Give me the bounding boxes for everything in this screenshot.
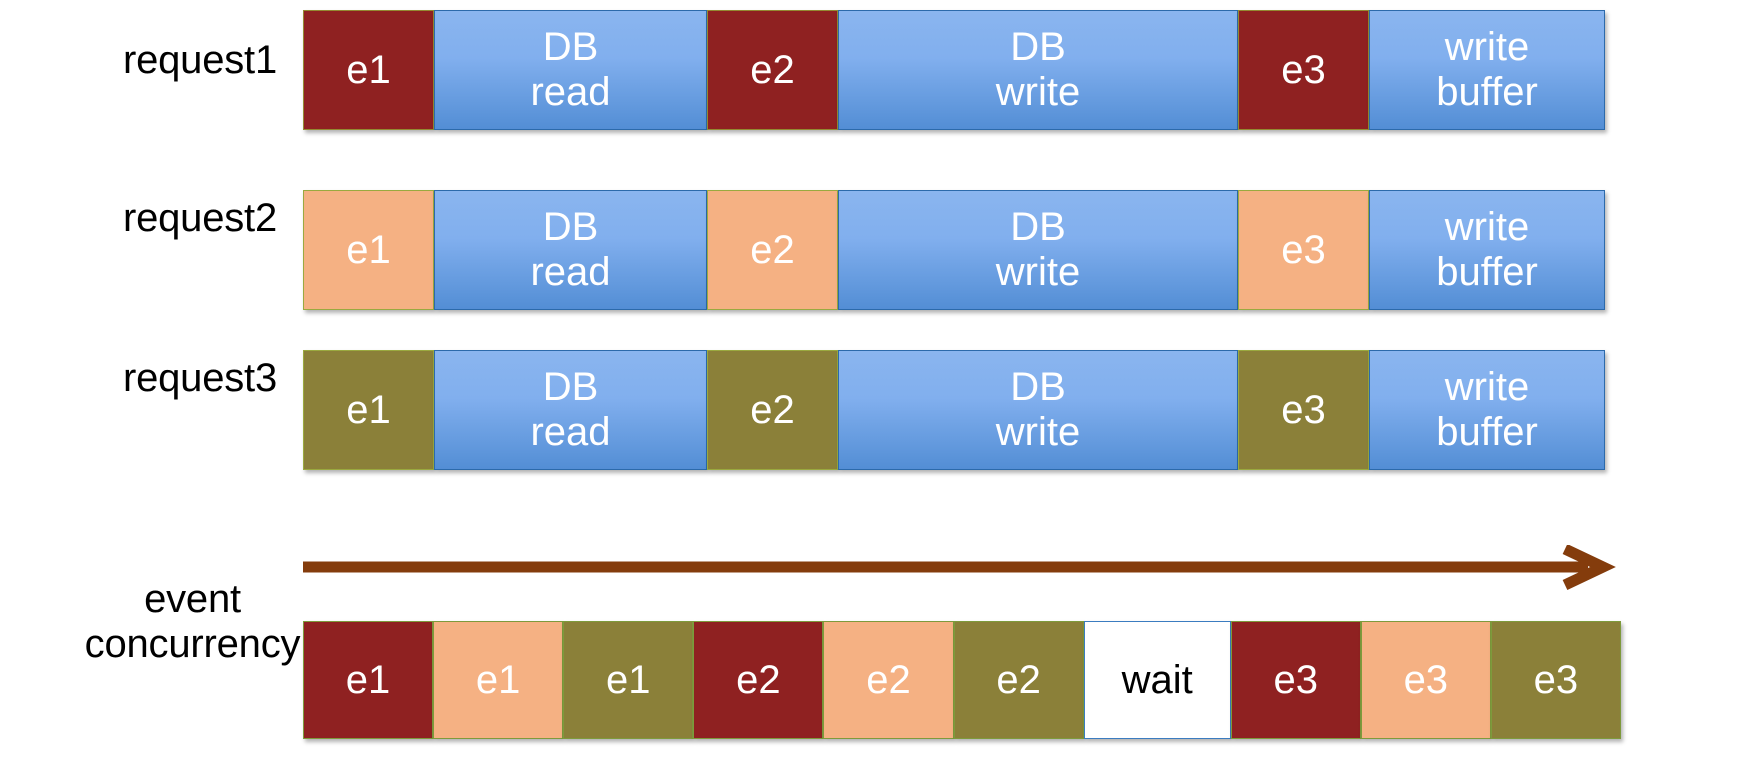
- segment-request3-e3[interactable]: e3: [1238, 350, 1369, 470]
- track-request1: e1 DB read e2 DB write e3 write buffer: [303, 10, 1605, 130]
- concurrency-cell-e1-request1[interactable]: e1: [303, 621, 434, 739]
- row-label-request2: request2: [122, 196, 278, 240]
- segment-request3-e1[interactable]: e1: [303, 350, 434, 470]
- segment-request2-e2[interactable]: e2: [707, 190, 838, 310]
- segment-request3-write-buffer[interactable]: write buffer: [1369, 350, 1605, 470]
- segment-request1-write-buffer[interactable]: write buffer: [1369, 10, 1605, 130]
- concurrency-cell-e1-request2[interactable]: e1: [433, 621, 564, 739]
- segment-request1-db-write[interactable]: DB write: [838, 10, 1238, 130]
- event-concurrency-diagram: request1 e1 DB read e2 DB write e3 write…: [0, 0, 1740, 780]
- segment-request3-db-read[interactable]: DB read: [434, 350, 707, 470]
- segment-request1-db-read[interactable]: DB read: [434, 10, 707, 130]
- row-label-request3: request3: [122, 356, 278, 400]
- concurrency-cell-e2-request2[interactable]: e2: [823, 621, 954, 739]
- row-label-event-concurrency: event concurrency: [84, 577, 301, 666]
- track-request3: e1 DB read e2 DB write e3 write buffer: [303, 350, 1605, 470]
- segment-request1-e3[interactable]: e3: [1238, 10, 1369, 130]
- time-arrow-icon: [303, 545, 1616, 590]
- segment-request2-write-buffer[interactable]: write buffer: [1369, 190, 1605, 310]
- concurrency-cell-e2-request1[interactable]: e2: [693, 621, 824, 739]
- segment-request2-e1[interactable]: e1: [303, 190, 434, 310]
- segment-request1-e2[interactable]: e2: [707, 10, 838, 130]
- concurrency-cell-e3-request3[interactable]: e3: [1490, 621, 1621, 739]
- segment-request3-db-write[interactable]: DB write: [838, 350, 1238, 470]
- track-request2: e1 DB read e2 DB write e3 write buffer: [303, 190, 1605, 310]
- segment-request2-e3[interactable]: e3: [1238, 190, 1369, 310]
- track-event-concurrency: e1 e1 e1 e2 e2 e2 wait e3 e3 e3: [303, 621, 1621, 739]
- segment-request3-e2[interactable]: e2: [707, 350, 838, 470]
- segment-request2-db-write[interactable]: DB write: [838, 190, 1238, 310]
- segment-request2-db-read[interactable]: DB read: [434, 190, 707, 310]
- row-label-request1: request1: [122, 38, 278, 82]
- concurrency-cell-e3-request2[interactable]: e3: [1360, 621, 1491, 739]
- concurrency-cell-e3-request1[interactable]: e3: [1230, 621, 1361, 739]
- concurrency-cell-wait[interactable]: wait: [1083, 621, 1231, 739]
- concurrency-cell-e2-request3[interactable]: e2: [953, 621, 1084, 739]
- segment-request1-e1[interactable]: e1: [303, 10, 434, 130]
- concurrency-cell-e1-request3[interactable]: e1: [563, 621, 694, 739]
